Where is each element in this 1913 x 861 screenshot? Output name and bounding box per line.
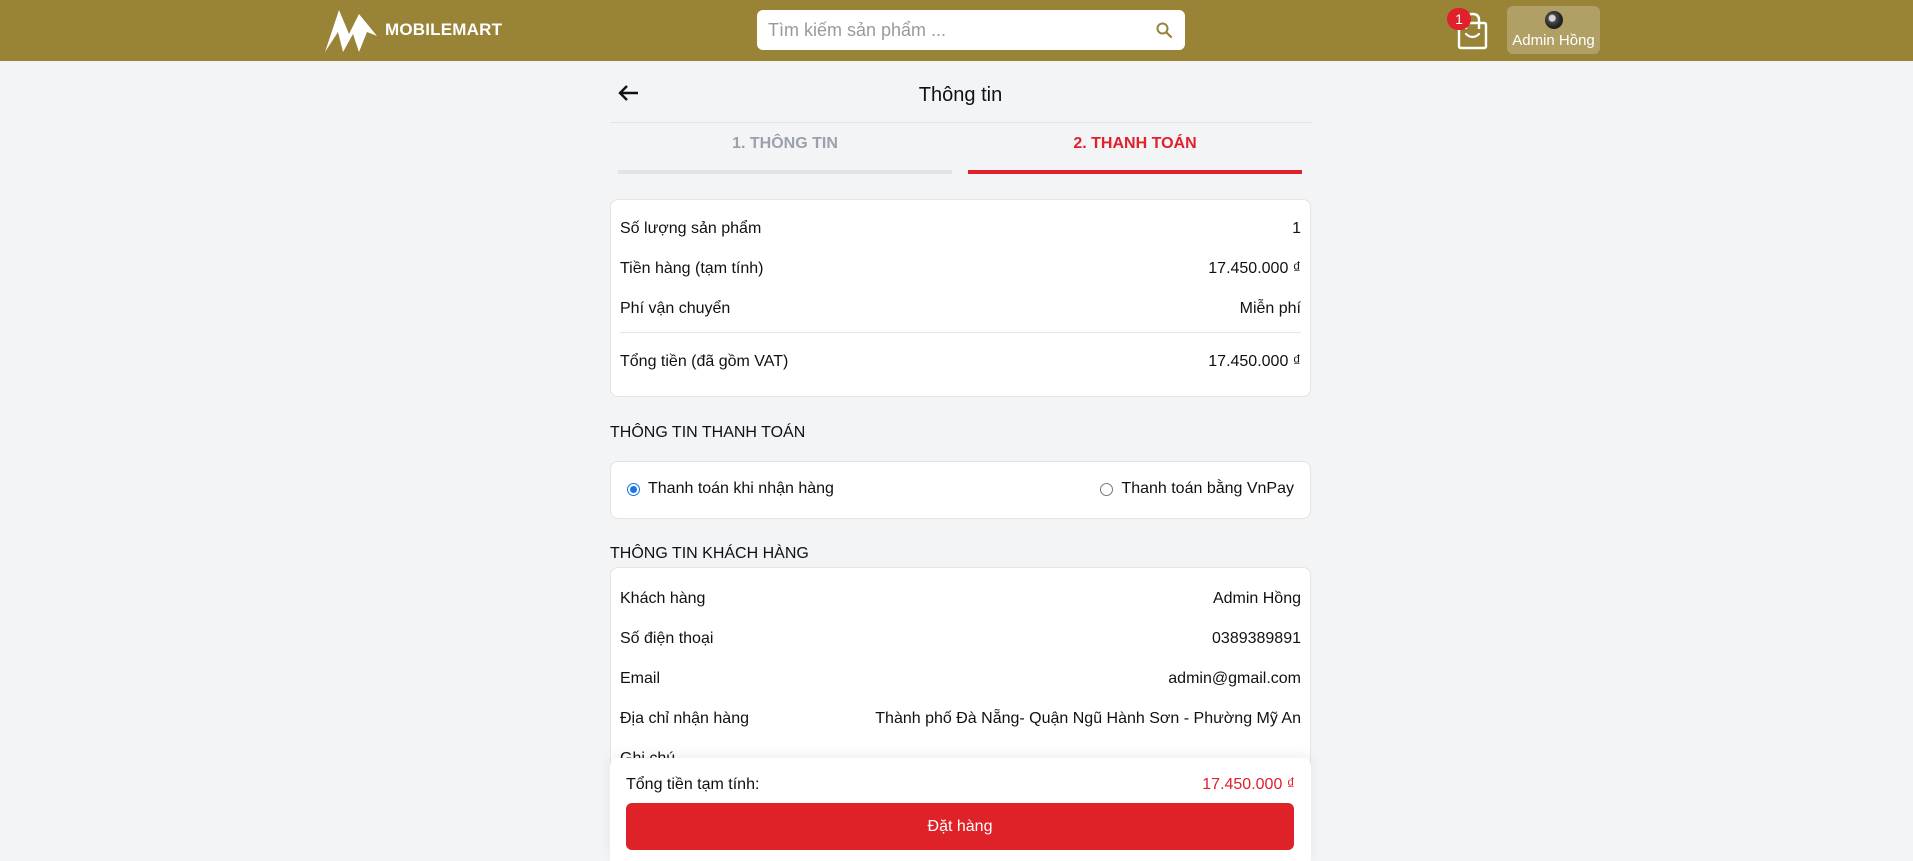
summary-divider — [620, 332, 1301, 333]
order-summary-card: Số lượng sản phẩm 1 Tiền hàng (tạm tính)… — [610, 199, 1311, 397]
search-input[interactable] — [757, 10, 1137, 50]
payment-option-cod[interactable]: Thanh toán khi nhận hàng — [627, 480, 834, 498]
tab-payment[interactable]: 2. THANH TOÁN — [968, 135, 1302, 153]
customer-row-name: Khách hàng Admin Hồng — [620, 590, 1301, 608]
customer-value: Admin Hồng — [1212, 590, 1301, 607]
total-label: Tổng tiền (đã gồm VAT) — [620, 353, 789, 370]
tab-payment-indicator — [968, 170, 1302, 174]
logo-mark-icon — [325, 10, 377, 52]
summary-row-total: Tổng tiền (đã gồm VAT) 17.450.000 ₫ — [620, 353, 1301, 371]
search-box — [757, 10, 1185, 50]
summary-value: Miễn phí — [1239, 300, 1301, 317]
customer-section-title: THÔNG TIN KHÁCH HÀNG — [610, 545, 809, 562]
customer-value: admin@gmail.com — [1168, 670, 1301, 687]
summary-row-quantity: Số lượng sản phẩm 1 — [620, 220, 1301, 238]
tab-info[interactable]: 1. THÔNG TIN — [618, 135, 952, 153]
customer-value: 0389389891 — [1212, 630, 1301, 647]
user-name: Admin Hồng — [1512, 32, 1595, 49]
top-header: MOBILEMART 1 Admin Hồng — [0, 0, 1913, 61]
brand-name: MOBILEMART — [385, 20, 503, 39]
customer-label: Email — [620, 670, 661, 687]
avatar — [1545, 11, 1563, 29]
customer-label: Địa chỉ nhận hàng — [620, 710, 749, 727]
payment-option-label: Thanh toán khi nhận hàng — [648, 480, 834, 497]
summary-row-shipping: Phí vận chuyển Miễn phí — [620, 300, 1301, 318]
subtotal-amount: 17.450.000 ₫ — [1202, 776, 1295, 793]
brand-logo[interactable]: MOBILEMART — [323, 6, 502, 54]
customer-label: Khách hàng — [620, 590, 706, 607]
search-icon[interactable] — [1155, 21, 1173, 39]
payment-section-title: THÔNG TIN THANH TOÁN — [610, 424, 806, 441]
page-title: Thông tin — [918, 84, 1003, 106]
place-order-button[interactable]: Đặt hàng — [626, 803, 1294, 850]
payment-options-card: Thanh toán khi nhận hàng Thanh toán bằng… — [610, 461, 1311, 519]
summary-label: Số lượng sản phẩm — [620, 220, 762, 237]
customer-row-phone: Số điện thoại 0389389891 — [620, 630, 1301, 648]
summary-label: Phí vận chuyển — [620, 300, 731, 317]
customer-row-email: Email admin@gmail.com — [620, 670, 1301, 688]
divider — [610, 122, 1311, 123]
total-value: 17.450.000 ₫ — [1208, 353, 1301, 370]
radio-vnpay[interactable] — [1100, 482, 1114, 496]
subtotal-label: Tổng tiền tạm tính: — [626, 776, 760, 793]
summary-label: Tiền hàng (tạm tính) — [620, 260, 764, 277]
summary-value: 1 — [1292, 220, 1301, 237]
summary-value: 17.450.000 ₫ — [1208, 260, 1301, 277]
order-bottom-bar: Tổng tiền tạm tính: 17.450.000 ₫ Đặt hàn… — [610, 758, 1311, 861]
summary-row-subtotal: Tiền hàng (tạm tính) 17.450.000 ₫ — [620, 260, 1301, 278]
payment-option-vnpay[interactable]: Thanh toán bằng VnPay — [1100, 480, 1294, 498]
customer-row-address: Địa chỉ nhận hàng Thành phố Đà Nẵng- Quậ… — [620, 710, 1301, 728]
user-menu-button[interactable]: Admin Hồng — [1507, 6, 1600, 54]
customer-label: Số điện thoại — [620, 630, 714, 647]
radio-cod[interactable] — [627, 482, 640, 496]
tab-info-indicator — [618, 170, 952, 174]
customer-value: Thành phố Đà Nẵng- Quận Ngũ Hành Sơn - P… — [875, 710, 1301, 727]
cart-count-badge: 1 — [1447, 8, 1471, 30]
payment-option-label: Thanh toán bằng VnPay — [1121, 480, 1294, 497]
